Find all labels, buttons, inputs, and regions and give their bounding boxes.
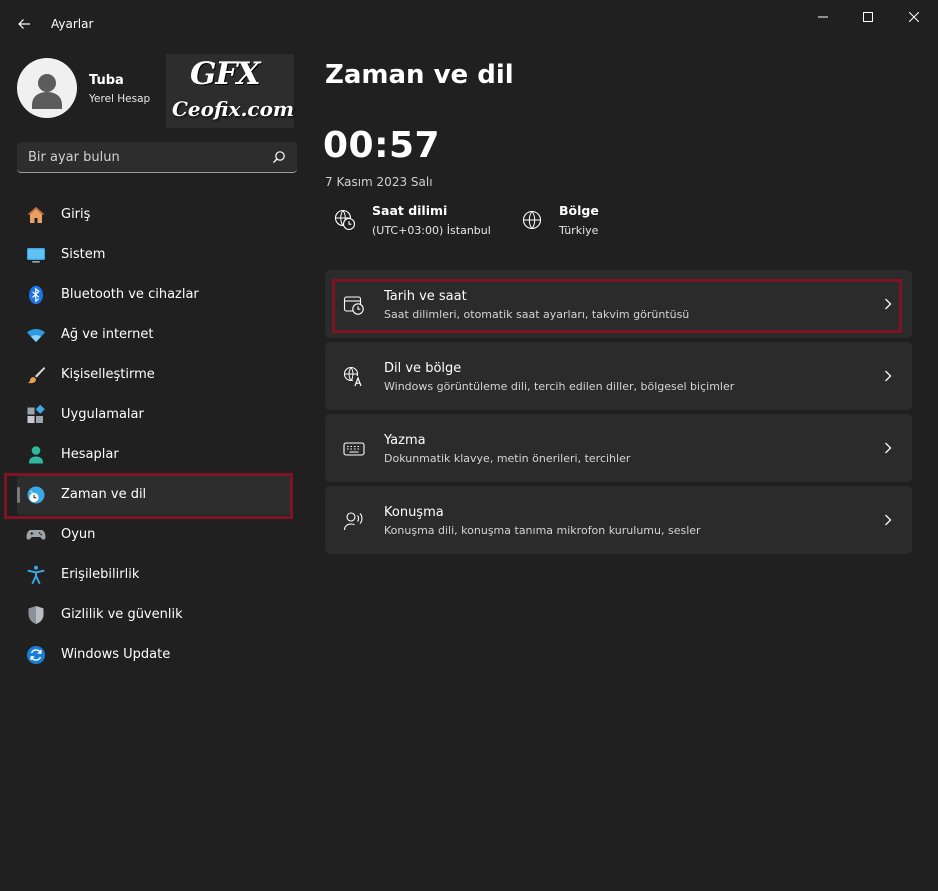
profile-name: Tuba (89, 73, 124, 88)
sidebar-item-label: Sistem (61, 247, 106, 262)
language-icon (343, 366, 364, 387)
card-language-region[interactable]: Dil ve bölge Windows görüntüleme dili, t… (325, 342, 912, 410)
timezone-icon (334, 209, 356, 231)
current-date: 7 Kasım 2023 Salı (325, 175, 433, 189)
chevron-right-icon (885, 370, 892, 382)
watermark-site: Ceofix.com (172, 97, 295, 121)
avatar[interactable] (17, 58, 77, 118)
card-subtitle: Windows görüntüleme dili, tercih edilen … (384, 380, 735, 393)
bluetooth-icon (29, 285, 43, 305)
sidebar-item-label: Oyun (61, 527, 96, 542)
sidebar-item-label: Kişiselleştirme (61, 367, 155, 382)
region-label: Bölge (559, 203, 599, 218)
back-arrow-icon (18, 19, 30, 29)
region-value: Türkiye (559, 224, 599, 237)
watermark: GFX Ceofix.com (166, 54, 294, 128)
minimize-button[interactable] (800, 4, 846, 30)
keyboard-icon (343, 442, 365, 456)
search-box[interactable]: Bir ayar bulun (17, 142, 297, 173)
card-title: Konuşma (384, 505, 444, 520)
sidebar-item-bluetooth[interactable]: Bluetooth ve cihazlar (17, 275, 293, 315)
monitor-icon (27, 248, 45, 263)
minimize-icon (818, 16, 828, 18)
title-bar: Ayarlar (0, 0, 938, 48)
sidebar-item-gaming[interactable]: Oyun (17, 515, 293, 555)
back-button[interactable] (10, 10, 38, 38)
sidebar-item-sistem[interactable]: Sistem (17, 235, 293, 275)
wifi-icon (27, 329, 45, 342)
card-title: Yazma (384, 433, 426, 448)
app-title: Ayarlar (51, 17, 94, 31)
sidebar-item-label: Windows Update (61, 647, 171, 662)
annotation-highlight-nav (4, 473, 293, 519)
sidebar-item-label: Erişilebilirlik (61, 567, 140, 582)
search-input[interactable]: Bir ayar bulun (28, 150, 120, 165)
globe-icon (522, 210, 542, 230)
sidebar-item-accessibility[interactable]: Erişilebilirlik (17, 555, 293, 595)
accessibility-icon (27, 565, 45, 584)
speech-icon (343, 512, 363, 531)
apps-icon (27, 405, 45, 423)
sidebar-item-giris[interactable]: Giriş (17, 195, 293, 235)
sidebar-item-label: Bluetooth ve cihazlar (61, 287, 199, 302)
card-typing[interactable]: Yazma Dokunmatik klavye, metin önerileri… (325, 414, 912, 482)
annotation-highlight-card (332, 279, 902, 333)
sidebar-item-privacy[interactable]: Gizlilik ve güvenlik (17, 595, 293, 635)
sidebar-item-personalization[interactable]: Kişiselleştirme (17, 355, 293, 395)
gamepad-icon (26, 530, 46, 540)
person-avatar-icon (32, 74, 62, 109)
search-icon[interactable] (272, 150, 286, 164)
card-subtitle: Konuşma dili, konuşma tanıma mikrofon ku… (384, 524, 701, 537)
chevron-right-icon (885, 514, 892, 526)
home-icon (27, 207, 45, 223)
brush-icon (27, 367, 46, 384)
sidebar-item-label: Hesaplar (61, 447, 119, 462)
card-speech[interactable]: Konuşma Konuşma dili, konuşma tanıma mik… (325, 486, 912, 554)
card-title: Dil ve bölge (384, 361, 462, 376)
settings-window: Ayarlar Tuba Yerel Hesap GFX Ceofix.com … (0, 0, 938, 891)
update-icon (27, 646, 45, 664)
sidebar-item-label: Uygulamalar (61, 407, 144, 422)
sidebar-item-label: Gizlilik ve güvenlik (61, 607, 183, 622)
current-time: 00:57 (323, 125, 441, 166)
card-subtitle: Dokunmatik klavye, metin önerileri, terc… (384, 452, 631, 465)
profile-account-type: Yerel Hesap (89, 93, 151, 105)
maximize-button[interactable] (845, 4, 891, 30)
sidebar-item-accounts[interactable]: Hesaplar (17, 435, 293, 475)
sidebar-item-label: Giriş (61, 207, 91, 222)
person-icon (29, 446, 43, 464)
sidebar-item-network[interactable]: Ağ ve internet (17, 315, 293, 355)
sidebar-item-windows-update[interactable]: Windows Update (17, 635, 293, 675)
page-title: Zaman ve dil (325, 60, 514, 90)
sidebar-item-apps[interactable]: Uygulamalar (17, 395, 293, 435)
timezone-label: Saat dilimi (372, 203, 448, 218)
close-button[interactable] (891, 4, 937, 30)
timezone-value: (UTC+03:00) İstanbul (372, 224, 491, 237)
close-icon (909, 12, 919, 22)
chevron-right-icon (885, 442, 892, 454)
maximize-icon (863, 12, 873, 22)
sidebar-item-label: Ağ ve internet (61, 327, 154, 342)
watermark-logo: GFX (190, 56, 261, 92)
shield-icon (28, 606, 44, 624)
sidebar-nav: Giriş Sistem Bluetooth ve cihazlar Ağ ve… (17, 195, 297, 675)
